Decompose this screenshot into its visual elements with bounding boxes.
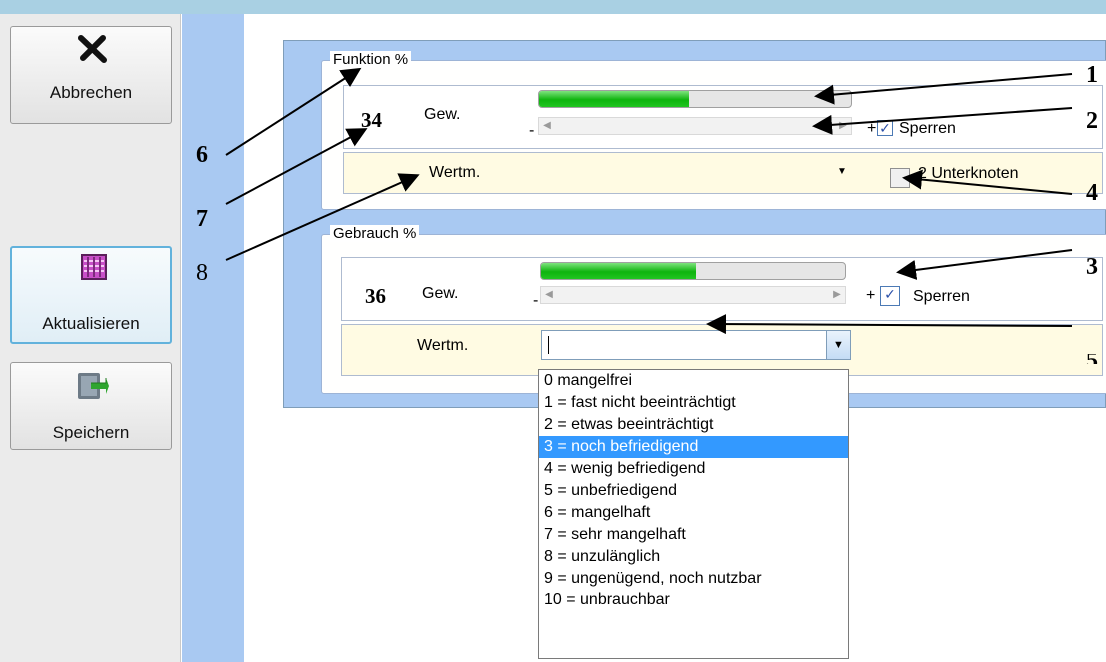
gebrauch-plus[interactable]: + xyxy=(866,287,875,305)
callout-7: 7 xyxy=(196,206,208,232)
callout-2: 2 xyxy=(1086,108,1098,134)
save-label: Speichern xyxy=(52,423,130,442)
chevron-down-icon[interactable]: ▼ xyxy=(826,331,850,359)
callout-8: 8 xyxy=(196,260,208,286)
refresh-grid-icon xyxy=(79,252,109,287)
evaluation-panel: Funktion % 34 Gew. - ◀ ▶ + ✓ Sperren Wer… xyxy=(283,40,1106,408)
gebrauch-lock-checkbox[interactable]: ✓ xyxy=(880,286,900,306)
callout-5: 5 xyxy=(1086,354,1098,364)
funktion-progress-bar xyxy=(538,90,852,108)
text-caret xyxy=(548,336,549,354)
dropdown-option[interactable]: 1 = fast nicht beeinträchtigt xyxy=(539,392,848,414)
callout-3: 3 xyxy=(1086,254,1098,280)
scroll-right-icon[interactable]: ▶ xyxy=(835,118,851,134)
funktion-progress-fill xyxy=(539,91,689,107)
callout-1: 1 xyxy=(1086,62,1098,88)
cancel-label: Abbrechen xyxy=(49,83,133,102)
gebrauch-weight-slider[interactable]: ◀ ▶ xyxy=(540,286,846,304)
window-top-strip xyxy=(0,0,1106,14)
funktion-legend: Funktion % xyxy=(330,51,412,68)
callout-6: 6 xyxy=(196,142,208,168)
dropdown-option[interactable]: 9 = ungenügend, noch nutzbar xyxy=(539,568,848,590)
funktion-weight-slider[interactable]: ◀ ▶ xyxy=(538,117,852,135)
dropdown-option[interactable]: 0 mangelfrei xyxy=(539,370,848,392)
scroll-right-icon[interactable]: ▶ xyxy=(829,287,845,303)
gebrauch-lock-label: Sperren xyxy=(913,288,970,305)
dropdown-option[interactable]: 8 = unzulänglich xyxy=(539,546,848,568)
gebrauch-weight-label: Gew. xyxy=(422,285,459,302)
separator-column xyxy=(182,14,244,662)
funktion-wertm-label: Wertm. xyxy=(429,164,481,181)
close-x-icon xyxy=(77,35,109,68)
sidebar: Abbrechen Aktualisieren Speichern xyxy=(0,14,181,662)
gebrauch-progress-bar xyxy=(540,262,846,280)
funktion-group: Funktion % 34 Gew. - ◀ ▶ + ✓ Sperren Wer… xyxy=(321,51,1106,210)
funktion-wertm-row[interactable]: Wertm. ▼ 2 Unterknoten xyxy=(343,152,1103,194)
cancel-button[interactable]: Abbrechen xyxy=(10,26,172,124)
gebrauch-value: 36 xyxy=(365,284,386,308)
save-safe-icon xyxy=(75,369,109,408)
gebrauch-weight-row: 36 Gew. - ◀ ▶ + ✓ Sperren xyxy=(341,257,1103,321)
dropdown-option[interactable]: 3 = noch befriedigend xyxy=(539,436,848,458)
dropdown-option[interactable]: 7 = sehr mangelhaft xyxy=(539,524,848,546)
refresh-button[interactable]: Aktualisieren xyxy=(10,246,172,344)
gebrauch-legend: Gebrauch % xyxy=(330,225,420,242)
refresh-label: Aktualisieren xyxy=(42,314,140,333)
funktion-subnodes-checkbox[interactable] xyxy=(890,168,910,188)
funktion-minus[interactable]: - xyxy=(529,122,534,140)
gebrauch-progress-fill xyxy=(541,263,697,279)
dropdown-option[interactable]: 2 = etwas beeinträchtigt xyxy=(539,414,848,436)
chevron-down-icon[interactable]: ▼ xyxy=(837,167,847,177)
funktion-plus[interactable]: + xyxy=(867,120,876,138)
funktion-weight-row: 34 Gew. - ◀ ▶ + ✓ Sperren xyxy=(343,85,1103,149)
funktion-subnodes-label: 2 Unterknoten xyxy=(918,165,1019,182)
dropdown-option[interactable]: 5 = unbefriedigend xyxy=(539,480,848,502)
gebrauch-minus[interactable]: - xyxy=(533,292,538,310)
wertm-dropdown-list[interactable]: 0 mangelfrei 1 = fast nicht beeinträchtig… xyxy=(538,369,849,659)
save-button[interactable]: Speichern xyxy=(10,362,172,450)
gebrauch-wertm-label: Wertm. xyxy=(417,337,469,354)
funktion-lock-checkbox[interactable]: ✓ xyxy=(877,120,893,136)
funktion-lock-label: Sperren xyxy=(899,120,956,137)
callout-4: 4 xyxy=(1086,180,1098,206)
dropdown-option[interactable]: 6 = mangelhaft xyxy=(539,502,848,524)
funktion-weight-label: Gew. xyxy=(424,106,461,123)
gebrauch-wertm-combobox[interactable]: ▼ xyxy=(541,330,851,360)
scroll-left-icon[interactable]: ◀ xyxy=(539,118,555,134)
scroll-left-icon[interactable]: ◀ xyxy=(541,287,557,303)
dropdown-option[interactable]: 4 = wenig befriedigend xyxy=(539,458,848,480)
dropdown-option[interactable]: 10 = unbrauchbar xyxy=(539,590,848,610)
funktion-value: 34 xyxy=(361,108,382,132)
